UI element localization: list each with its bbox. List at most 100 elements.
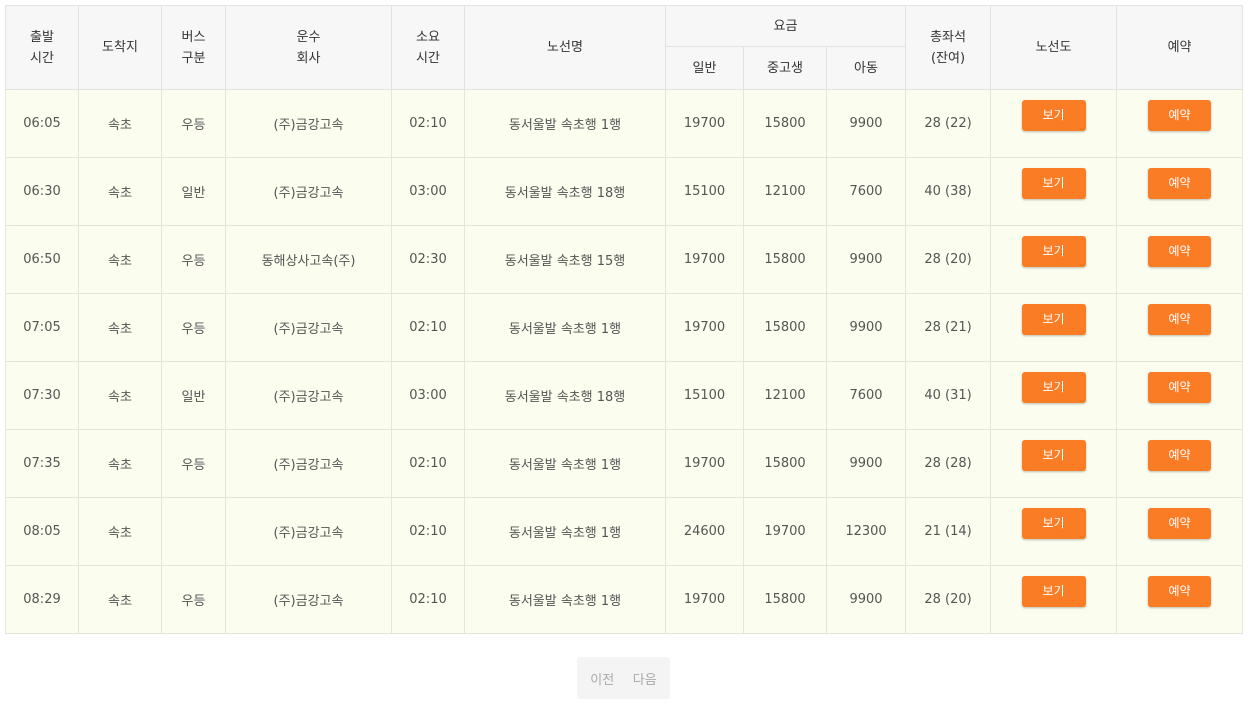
cell-route-map: 보기 [990,565,1118,634]
cell-duration: 02:30 [391,225,465,294]
view-route-button[interactable]: 보기 [1021,236,1086,267]
cell-reservation: 예약 [1116,89,1244,158]
cell-bus-type: 우등 [161,225,226,294]
cell-company: (주)금강고속 [225,89,392,158]
cell-fare-student: 12100 [743,361,827,430]
cell-duration: 02:10 [391,429,465,498]
cell-seats: 28 (20) [905,225,992,294]
view-route-button[interactable]: 보기 [1021,304,1086,335]
cell-departure-time: 06:50 [5,225,79,294]
schedule-table-container: 출발 시간 도착지 버스 구분 운수 회사 소요 시간 노선명 요금 총좌석 (잔여) 노… [5,5,1244,634]
view-route-button[interactable]: 보기 [1021,440,1086,471]
bus-schedule-table: 출발 시간 도착지 버스 구분 운수 회사 소요 시간 노선명 요금 총좌석 (잔여) 노… [5,5,1244,634]
cell-seats: 28 (22) [905,89,992,158]
next-page-button[interactable]: 다음 [633,669,657,688]
cell-fare-adult: 15100 [665,361,744,430]
cell-departure-time: 06:30 [5,157,79,226]
cell-departure-time: 07:05 [5,293,79,362]
header-departure-time: 출발 시간 [5,5,79,90]
cell-bus-type: 일반 [161,157,226,226]
cell-seats: 28 (20) [905,565,992,634]
cell-duration: 03:00 [391,157,465,226]
cell-reservation: 예약 [1116,225,1244,294]
table-row: 08:05 속초 (주)금강고속 02:10 동서울발 속초행 1행 24600 19700… [5,497,1244,566]
header-seats: 총좌석 (잔여) [905,5,992,90]
cell-destination: 속초 [78,429,162,498]
cell-reservation: 예약 [1116,565,1244,634]
cell-fare-adult: 19700 [665,225,744,294]
table-row: 08:29 속초 우등 (주)금강고속 02:10 동서울발 속초행 1행 19700 158… [5,565,1244,634]
cell-route-map: 보기 [990,429,1118,498]
reserve-button[interactable]: 예약 [1148,508,1212,539]
reserve-button[interactable]: 예약 [1148,100,1212,131]
cell-bus-type: 우등 [161,89,226,158]
cell-company: (주)금강고속 [225,293,392,362]
table-row: 06:05 속초 우등 (주)금강고속 02:10 동서울발 속초행 1행 19700 158… [5,89,1244,158]
cell-company: (주)금강고속 [225,157,392,226]
table-row: 07:35 속초 우등 (주)금강고속 02:10 동서울발 속초행 1행 19700 158… [5,429,1244,498]
view-route-button[interactable]: 보기 [1021,508,1086,539]
header-fare-adult: 일반 [665,46,744,90]
prev-page-button[interactable]: 이전 [590,669,614,688]
header-fare: 요금 [664,5,907,47]
reserve-button[interactable]: 예약 [1148,168,1212,199]
cell-route-map: 보기 [990,89,1118,158]
header-route-map: 노선도 [990,5,1118,90]
view-route-button[interactable]: 보기 [1021,372,1086,403]
header-reservation: 예약 [1116,5,1244,90]
cell-fare-adult: 24600 [665,497,744,566]
cell-fare-adult: 19700 [665,89,744,158]
cell-departure-time: 08:29 [5,565,79,634]
view-route-button[interactable]: 보기 [1021,576,1086,607]
cell-bus-type: 우등 [161,293,226,362]
cell-route-map: 보기 [990,497,1118,566]
cell-departure-time: 07:35 [5,429,79,498]
cell-company: (주)금강고속 [225,361,392,430]
cell-reservation: 예약 [1116,429,1244,498]
cell-company: 동해상사고속(주) [225,225,392,294]
header-destination: 도착지 [78,5,162,90]
header-route-name: 노선명 [464,5,666,90]
reserve-button[interactable]: 예약 [1148,304,1212,335]
cell-destination: 속초 [78,293,162,362]
cell-route-name: 동서울발 속초행 1행 [464,89,666,158]
view-route-button[interactable]: 보기 [1021,100,1086,131]
cell-destination: 속초 [78,497,162,566]
cell-route-map: 보기 [990,225,1118,294]
cell-seats: 21 (14) [905,497,992,566]
cell-fare-child: 9900 [825,429,907,498]
cell-company: (주)금강고속 [225,429,392,498]
cell-fare-adult: 19700 [665,293,744,362]
header-fare-student: 중고생 [743,46,827,90]
cell-duration: 02:10 [391,565,465,634]
header-company: 운수 회사 [225,5,392,90]
cell-fare-child: 9900 [825,89,907,158]
cell-bus-type [161,497,226,566]
cell-route-name: 동서울발 속초행 15행 [464,225,666,294]
cell-bus-type: 우등 [161,429,226,498]
cell-fare-student: 15800 [743,225,827,294]
pagination: 이전 다음 [577,657,670,699]
cell-departure-time: 07:30 [5,361,79,430]
view-route-button[interactable]: 보기 [1021,168,1086,199]
cell-route-map: 보기 [990,361,1118,430]
cell-destination: 속초 [78,89,162,158]
cell-seats: 40 (31) [905,361,992,430]
reserve-button[interactable]: 예약 [1148,236,1212,267]
reserve-button[interactable]: 예약 [1148,440,1212,471]
reserve-button[interactable]: 예약 [1148,576,1212,607]
header-fare-child: 아동 [825,46,907,90]
table-row: 06:30 속초 일반 (주)금강고속 03:00 동서울발 속초행 18행 15100 12… [5,157,1244,226]
cell-fare-student: 15800 [743,89,827,158]
cell-fare-student: 15800 [743,293,827,362]
cell-fare-child: 7600 [825,361,907,430]
cell-route-map: 보기 [990,157,1118,226]
cell-route-map: 보기 [990,293,1118,362]
reserve-button[interactable]: 예약 [1148,372,1212,403]
cell-route-name: 동서울발 속초행 18행 [464,361,666,430]
cell-reservation: 예약 [1116,361,1244,430]
cell-fare-adult: 19700 [665,565,744,634]
cell-route-name: 동서울발 속초행 1행 [464,565,666,634]
cell-fare-child: 12300 [825,497,907,566]
header-bus-type: 버스 구분 [161,5,226,90]
